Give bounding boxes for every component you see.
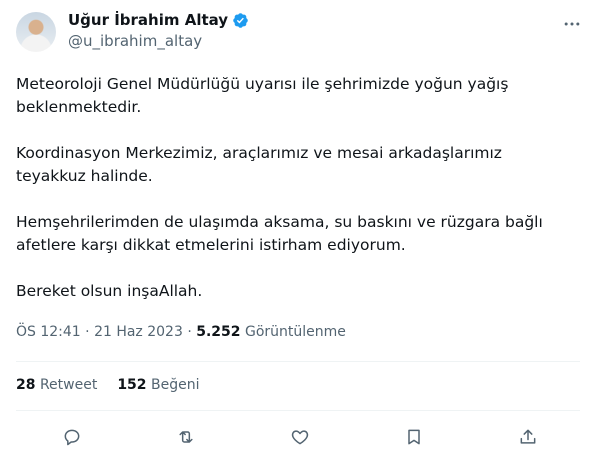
like-button[interactable] (286, 423, 314, 451)
retweets-label: Retweet (39, 377, 98, 393)
likes-count: 152 (117, 377, 147, 393)
tweet-time[interactable]: ÖS 12:41 (16, 324, 81, 340)
divider (16, 361, 580, 362)
views-count: 5.252 (196, 324, 241, 340)
bookmark-button[interactable] (400, 423, 428, 451)
views-label: Görüntülenme (240, 324, 346, 340)
meta-separator: · (182, 324, 197, 340)
author-name[interactable]: Uğur İbrahim Altay (68, 11, 228, 29)
retweets-count: 28 (16, 377, 36, 393)
likes-label: Beğeni (151, 377, 200, 393)
divider (16, 410, 580, 411)
bookmark-icon (408, 429, 420, 445)
tweet-text: Meteoroloji Genel Müdürlüğü uyarısı ile … (16, 73, 576, 326)
tweet-paragraph: Bereket olsun inşaAllah. (16, 282, 203, 300)
action-bar (16, 423, 580, 451)
tweet-paragraph: Meteoroloji Genel Müdürlüğü uyarısı ile … (16, 75, 509, 116)
likes-stat[interactable]: 152 Beğeni (117, 377, 199, 393)
reply-icon (64, 429, 80, 446)
verified-badge-icon (233, 12, 248, 28)
avatar[interactable] (16, 12, 56, 52)
author-row: Uğur İbrahim Altay (68, 11, 249, 29)
meta-separator: · (80, 324, 95, 340)
reply-button[interactable] (58, 423, 86, 451)
tweet-meta: ÖS 12:41 · 21 Haz 2023 · 5.252 Görüntüle… (16, 324, 346, 340)
engagement-stats: 28 Retweet 152 Beğeni (16, 377, 199, 393)
share-icon (520, 429, 536, 444)
retweets-stat[interactable]: 28 Retweet (16, 377, 97, 393)
share-button[interactable] (514, 423, 542, 451)
retweet-icon (179, 431, 193, 443)
tweet-paragraph: Koordinasyon Merkezimiz, araçlarımız ve … (16, 144, 502, 185)
like-icon (291, 430, 309, 445)
tweet-date[interactable]: 21 Haz 2023 (94, 324, 183, 340)
retweet-button[interactable] (172, 423, 200, 451)
author-handle[interactable]: @u_ibrahim_altay (68, 32, 202, 50)
tweet-paragraph: Hemşehrilerimden de ulaşımda aksama, su … (16, 213, 543, 254)
more-icon[interactable] (562, 14, 582, 34)
